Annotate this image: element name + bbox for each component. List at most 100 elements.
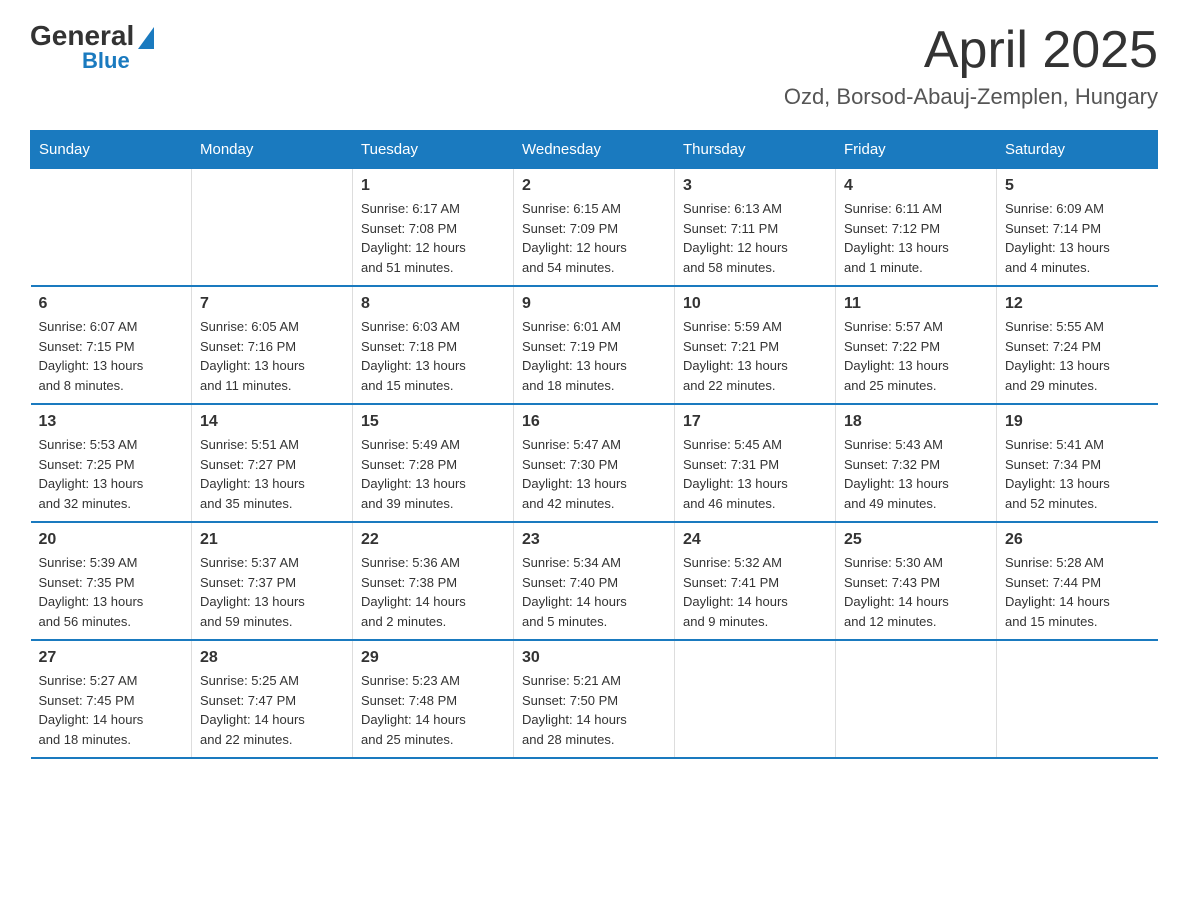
calendar-week-row: 6Sunrise: 6:07 AM Sunset: 7:15 PM Daylig… [31,286,1158,404]
calendar-cell: 8 Sunrise: 6:03 AM Sunset: 7:18 PM Daylig… [353,286,514,404]
calendar-cell: 24Sunrise: 5:32 AM Sunset: 7:41 PM Dayli… [675,522,836,640]
calendar-table: SundayMondayTuesdayWednesdayThursdayFrid… [30,130,1158,759]
calendar-cell: 5Sunrise: 6:09 AM Sunset: 7:14 PM Daylig… [997,169,1158,287]
calendar-cell: 2 Sunrise: 6:15 AM Sunset: 7:09 PM Daylig… [514,169,675,287]
calendar-cell: 19 Sunrise: 5:41 AM Sunset: 7:34 PM Dayli… [997,404,1158,522]
calendar-header-wednesday: Wednesday [514,131,675,169]
day-info: Sunrise: 6:07 AM Sunset: 7:15 PM Dayligh… [39,317,184,395]
calendar-cell: 17Sunrise: 5:45 AM Sunset: 7:31 PM Dayli… [675,404,836,522]
calendar-header-thursday: Thursday [675,131,836,169]
calendar-cell: 10 Sunrise: 5:59 AM Sunset: 7:21 PM Dayli… [675,286,836,404]
day-info: Sunrise: 5:27 AM Sunset: 7:45 PM Dayligh… [39,671,184,749]
calendar-cell: 20 Sunrise: 5:39 AM Sunset: 7:35 PM Dayli… [31,522,192,640]
day-info: Sunrise: 6:11 AM Sunset: 7:12 PM Dayligh… [844,199,988,277]
day-number: 18 [844,413,988,431]
day-number: 7 [200,295,344,313]
calendar-cell: 28 Sunrise: 5:25 AM Sunset: 7:47 PM Dayli… [192,640,353,758]
day-number: 1 [361,177,505,195]
logo-triangle-icon [138,27,154,49]
logo-blue-word: Blue [82,48,130,74]
day-info: Sunrise: 5:36 AM Sunset: 7:38 PM Dayligh… [361,553,505,631]
calendar-cell: 9 Sunrise: 6:01 AM Sunset: 7:19 PM Daylig… [514,286,675,404]
calendar-cell [997,640,1158,758]
calendar-header-tuesday: Tuesday [353,131,514,169]
day-number: 2 [522,177,666,195]
calendar-week-row: 27Sunrise: 5:27 AM Sunset: 7:45 PM Dayli… [31,640,1158,758]
calendar-cell [31,169,192,287]
day-info: Sunrise: 5:43 AM Sunset: 7:32 PM Dayligh… [844,435,988,513]
calendar-week-row: 13 Sunrise: 5:53 AM Sunset: 7:25 PM Dayli… [31,404,1158,522]
calendar-location: Ozd, Borsod-Abauj-Zemplen, Hungary [784,84,1158,110]
day-number: 30 [522,649,666,667]
day-info: Sunrise: 6:05 AM Sunset: 7:16 PM Dayligh… [200,317,344,395]
calendar-header-saturday: Saturday [997,131,1158,169]
calendar-cell: 13 Sunrise: 5:53 AM Sunset: 7:25 PM Dayli… [31,404,192,522]
day-number: 24 [683,531,827,549]
day-number: 8 [361,295,505,313]
day-number: 12 [1005,295,1150,313]
day-info: Sunrise: 5:49 AM Sunset: 7:28 PM Dayligh… [361,435,505,513]
day-number: 23 [522,531,666,549]
calendar-header-sunday: Sunday [31,131,192,169]
calendar-cell: 11Sunrise: 5:57 AM Sunset: 7:22 PM Dayli… [836,286,997,404]
calendar-cell: 29 Sunrise: 5:23 AM Sunset: 7:48 PM Dayli… [353,640,514,758]
logo: General Blue [30,20,156,74]
day-info: Sunrise: 5:21 AM Sunset: 7:50 PM Dayligh… [522,671,666,749]
day-info: Sunrise: 5:34 AM Sunset: 7:40 PM Dayligh… [522,553,666,631]
day-info: Sunrise: 6:17 AM Sunset: 7:08 PM Dayligh… [361,199,505,277]
day-number: 28 [200,649,344,667]
calendar-cell: 18 Sunrise: 5:43 AM Sunset: 7:32 PM Dayli… [836,404,997,522]
calendar-cell: 12 Sunrise: 5:55 AM Sunset: 7:24 PM Dayli… [997,286,1158,404]
day-number: 29 [361,649,505,667]
day-number: 19 [1005,413,1150,431]
day-info: Sunrise: 5:28 AM Sunset: 7:44 PM Dayligh… [1005,553,1150,631]
calendar-cell: 3 Sunrise: 6:13 AM Sunset: 7:11 PM Daylig… [675,169,836,287]
day-info: Sunrise: 5:51 AM Sunset: 7:27 PM Dayligh… [200,435,344,513]
calendar-cell: 21 Sunrise: 5:37 AM Sunset: 7:37 PM Dayli… [192,522,353,640]
calendar-title: April 2025 [784,20,1158,80]
calendar-cell: 25 Sunrise: 5:30 AM Sunset: 7:43 PM Dayli… [836,522,997,640]
day-info: Sunrise: 6:15 AM Sunset: 7:09 PM Dayligh… [522,199,666,277]
calendar-header-monday: Monday [192,131,353,169]
day-number: 21 [200,531,344,549]
day-info: Sunrise: 6:09 AM Sunset: 7:14 PM Dayligh… [1005,199,1150,277]
day-number: 3 [683,177,827,195]
day-info: Sunrise: 5:55 AM Sunset: 7:24 PM Dayligh… [1005,317,1150,395]
day-info: Sunrise: 5:53 AM Sunset: 7:25 PM Dayligh… [39,435,184,513]
day-number: 15 [361,413,505,431]
day-info: Sunrise: 5:37 AM Sunset: 7:37 PM Dayligh… [200,553,344,631]
day-number: 16 [522,413,666,431]
calendar-cell: 14Sunrise: 5:51 AM Sunset: 7:27 PM Dayli… [192,404,353,522]
calendar-cell: 6Sunrise: 6:07 AM Sunset: 7:15 PM Daylig… [31,286,192,404]
day-info: Sunrise: 5:57 AM Sunset: 7:22 PM Dayligh… [844,317,988,395]
calendar-header-row: SundayMondayTuesdayWednesdayThursdayFrid… [31,131,1158,169]
day-info: Sunrise: 5:25 AM Sunset: 7:47 PM Dayligh… [200,671,344,749]
calendar-cell: 22 Sunrise: 5:36 AM Sunset: 7:38 PM Dayli… [353,522,514,640]
day-info: Sunrise: 5:59 AM Sunset: 7:21 PM Dayligh… [683,317,827,395]
day-number: 9 [522,295,666,313]
day-info: Sunrise: 5:30 AM Sunset: 7:43 PM Dayligh… [844,553,988,631]
day-number: 4 [844,177,988,195]
title-block: April 2025 Ozd, Borsod-Abauj-Zemplen, Hu… [784,20,1158,110]
day-number: 10 [683,295,827,313]
day-number: 22 [361,531,505,549]
calendar-header-friday: Friday [836,131,997,169]
day-info: Sunrise: 5:41 AM Sunset: 7:34 PM Dayligh… [1005,435,1150,513]
day-info: Sunrise: 5:39 AM Sunset: 7:35 PM Dayligh… [39,553,184,631]
day-info: Sunrise: 6:13 AM Sunset: 7:11 PM Dayligh… [683,199,827,277]
day-info: Sunrise: 5:47 AM Sunset: 7:30 PM Dayligh… [522,435,666,513]
calendar-cell: 1 Sunrise: 6:17 AM Sunset: 7:08 PM Daylig… [353,169,514,287]
day-number: 20 [39,531,184,549]
day-info: Sunrise: 5:23 AM Sunset: 7:48 PM Dayligh… [361,671,505,749]
calendar-cell: 15 Sunrise: 5:49 AM Sunset: 7:28 PM Dayli… [353,404,514,522]
calendar-cell: 26Sunrise: 5:28 AM Sunset: 7:44 PM Dayli… [997,522,1158,640]
calendar-cell: 16 Sunrise: 5:47 AM Sunset: 7:30 PM Dayli… [514,404,675,522]
calendar-cell [192,169,353,287]
calendar-cell: 7 Sunrise: 6:05 AM Sunset: 7:16 PM Daylig… [192,286,353,404]
day-number: 17 [683,413,827,431]
day-info: Sunrise: 6:01 AM Sunset: 7:19 PM Dayligh… [522,317,666,395]
day-number: 25 [844,531,988,549]
day-info: Sunrise: 6:03 AM Sunset: 7:18 PM Dayligh… [361,317,505,395]
day-number: 13 [39,413,184,431]
calendar-cell [836,640,997,758]
